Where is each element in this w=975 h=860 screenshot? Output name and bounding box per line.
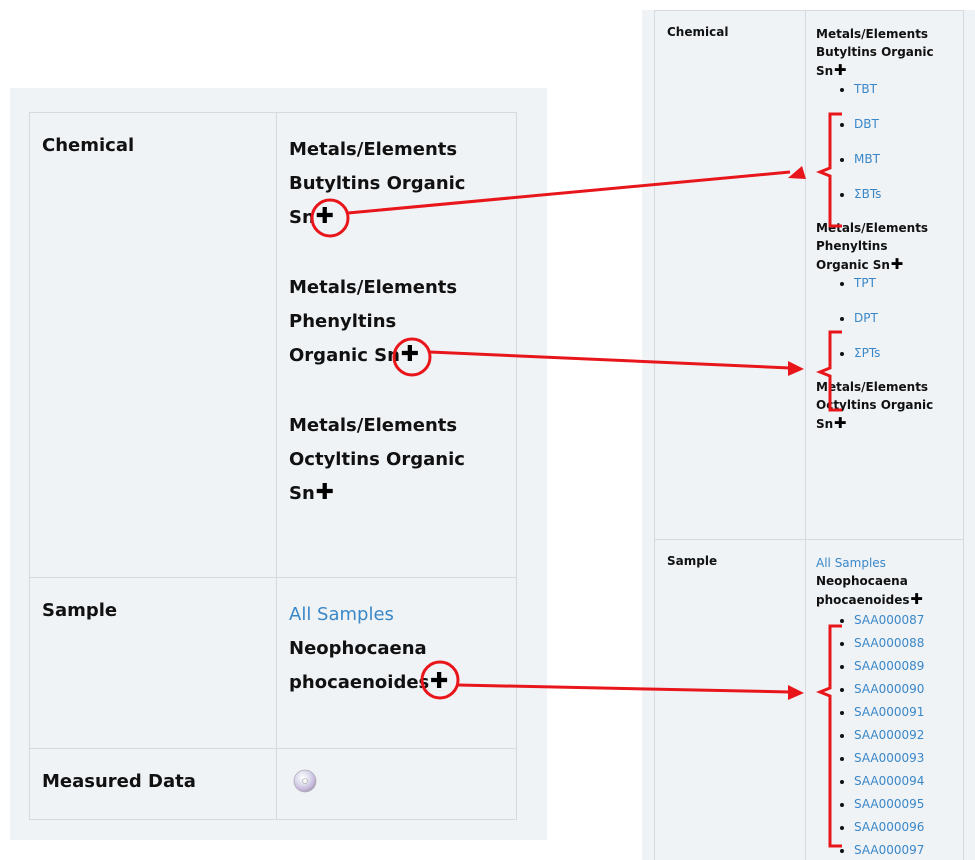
right-phenyltins-group: Metals/Elements Phenyltins Organic Sn✚	[816, 221, 929, 273]
butyltins-group: Metals/Elements Butyltins Organic Sn✚	[289, 139, 466, 229]
right-species-group: Neophocaena phocaenoides✚	[816, 574, 924, 608]
expand-phenyltins-plus-icon[interactable]: ✚	[400, 344, 420, 366]
list-item: SAA000087	[854, 611, 955, 629]
left-panel: Chemical Metals/Elements Butyltins Organ…	[10, 88, 547, 840]
list-item: SAA000095	[854, 795, 955, 813]
measured-data-row: Measured Data	[29, 748, 517, 820]
chemical-label: Chemical	[42, 135, 135, 156]
right-butyltins-group: Metals/Elements Butyltins Organic Sn✚	[816, 27, 934, 79]
list-item: SAA000094	[854, 772, 955, 790]
sample-label-cell: Sample	[29, 577, 277, 749]
collapse-species-plus-icon[interactable]: ✚	[910, 590, 924, 608]
collapse-butyltins-plus-icon[interactable]: ✚	[833, 61, 847, 79]
disc-icon[interactable]	[293, 769, 317, 793]
list-item: DBT	[854, 115, 955, 133]
expand-octyltins-plus-icon[interactable]: ✚	[315, 482, 335, 504]
left-metadata-table: Chemical Metals/Elements Butyltins Organ…	[29, 112, 517, 820]
right-all-samples-link[interactable]: All Samples	[816, 556, 886, 570]
list-item: SAA000088	[854, 634, 955, 652]
expand-species-plus-icon[interactable]: ✚	[429, 671, 449, 693]
phenyltins-list: TPT DPT ΣPTs	[816, 274, 955, 362]
chemical-row: Chemical Metals/Elements Butyltins Organ…	[29, 112, 517, 578]
sample-value-cell: All Samples Neophocaena phocaenoides✚	[276, 577, 517, 749]
list-item: ΣPTs	[854, 344, 955, 362]
sample-label: Sample	[42, 600, 118, 621]
list-item: ΣBTs	[854, 185, 955, 203]
list-item: SAA000089	[854, 657, 955, 675]
list-item: SAA000097	[854, 841, 955, 859]
list-item: TPT	[854, 274, 955, 292]
right-sample-label: Sample	[667, 554, 718, 568]
chemical-label-cell: Chemical	[29, 112, 277, 578]
samples-list: SAA000087 SAA000088 SAA000089 SAA000090 …	[816, 611, 955, 859]
right-octyltins-group: Metals/Elements Octyltins Organic Sn✚	[816, 380, 934, 432]
butyltins-list: TBT DBT MBT ΣBTs	[816, 80, 955, 203]
sample-row: Sample All Samples Neophocaena phocaenoi…	[29, 577, 517, 749]
right-sample-value-cell: All Samples Neophocaena phocaenoides✚ SA…	[805, 539, 964, 860]
list-item: MBT	[854, 150, 955, 168]
species-group: Neophocaena phocaenoides✚	[289, 638, 449, 694]
chemical-value-cell: Metals/Elements Butyltins Organic Sn✚ Me…	[276, 112, 517, 578]
list-item: SAA000090	[854, 680, 955, 698]
right-metadata-table: Chemical Metals/Elements Butyltins Organ…	[654, 10, 964, 860]
list-item: TBT	[854, 80, 955, 98]
right-panel: Chemical Metals/Elements Butyltins Organ…	[642, 10, 975, 860]
measured-data-label-cell: Measured Data	[29, 748, 277, 820]
list-item: SAA000091	[854, 703, 955, 721]
list-item: SAA000096	[854, 818, 955, 836]
right-chemical-label-cell: Chemical	[654, 10, 806, 540]
right-chemical-label: Chemical	[667, 25, 729, 39]
right-chemical-row: Chemical Metals/Elements Butyltins Organ…	[654, 10, 964, 540]
phenyltins-group: Metals/Elements Phenyltins Organic Sn✚	[289, 277, 458, 367]
right-chemical-value-cell: Metals/Elements Butyltins Organic Sn✚ TB…	[805, 10, 964, 540]
list-item: SAA000092	[854, 726, 955, 744]
measured-data-value-cell	[276, 748, 517, 820]
right-sample-row: Sample All Samples Neophocaena phocaenoi…	[654, 539, 964, 860]
right-sample-label-cell: Sample	[654, 539, 806, 860]
expand-butyltins-plus-icon[interactable]: ✚	[315, 206, 335, 228]
octyltins-group: Metals/Elements Octyltins Organic Sn✚	[289, 415, 465, 505]
collapse-phenyltins-plus-icon[interactable]: ✚	[890, 255, 904, 273]
list-item: SAA000093	[854, 749, 955, 767]
all-samples-link[interactable]: All Samples	[289, 604, 394, 625]
expand-right-octyltins-plus-icon[interactable]: ✚	[833, 414, 847, 432]
list-item: DPT	[854, 309, 955, 327]
measured-data-label: Measured Data	[42, 771, 196, 792]
